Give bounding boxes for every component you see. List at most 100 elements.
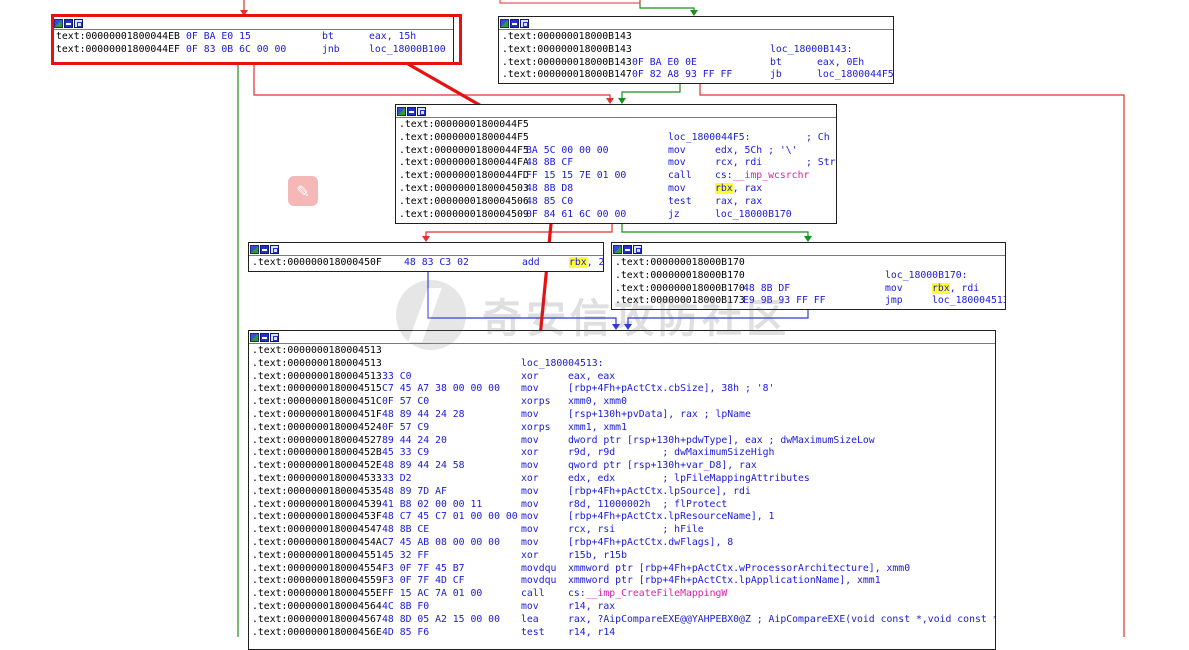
opcode-bytes: 48 8B D8	[526, 182, 574, 194]
xrefs-icon[interactable]	[417, 106, 426, 116]
disasm-line[interactable]: .text:0000000180004564 4C 8B F0 mov r14, ra…	[252, 601, 995, 614]
mnemonic: jz	[668, 208, 680, 220]
graph-overview-icon[interactable]	[407, 106, 416, 116]
disasm-line[interactable]: .text:0000000180004509 0F 84 61 6C 00 00 j…	[399, 209, 836, 222]
opcode-bytes: 4C 8B F0	[382, 600, 430, 612]
color-picker-icon[interactable]	[250, 244, 259, 254]
disasm-line[interactable]: .text:0000000180004506 48 85 C0 test rax, r…	[399, 196, 836, 209]
opcode-bytes: 89 44 24 20	[382, 434, 447, 446]
disasm-line[interactable]: .text:000000018000452E 48 89 44 24 58 mov q…	[252, 460, 995, 473]
mnemonic: xor	[521, 447, 539, 459]
line-address: .text:0000000180004509	[399, 208, 529, 220]
disasm-line[interactable]: .text:000000018000456E 4D 85 F6 test r14, r…	[252, 627, 995, 640]
disasm-line[interactable]: .text:0000000180004559 F3 0F 7F 4D CF movd…	[252, 575, 995, 588]
disasm-line[interactable]: .text:0000000180004535 48 89 7D AF mov [rbp…	[252, 486, 995, 499]
disasm-line[interactable]: .text:000000018000B147 0F 82 A8 93 FF FF j…	[502, 69, 893, 82]
opcode-bytes: 48 89 44 24 28	[382, 408, 465, 420]
disasm-line[interactable]: .text:000000018000451F 48 89 44 24 28 mov […	[252, 409, 995, 422]
xrefs-icon[interactable]	[270, 244, 279, 254]
graph-overview-icon[interactable]	[260, 332, 269, 342]
line-address: .text:0000000180004539	[252, 498, 382, 510]
opcode-bytes: C7 45 A7 38 00 00 00	[382, 383, 500, 395]
operands: r14, rax	[568, 600, 616, 612]
mnemonic: mov	[521, 460, 539, 472]
color-picker-icon[interactable]	[397, 106, 406, 116]
disasm-line[interactable]: .text:00000001800044F5	[399, 119, 836, 132]
opcode-bytes: C7 45 AB 08 00 00 00	[382, 536, 500, 548]
mnemonic: bt	[770, 56, 782, 68]
disasm-line[interactable]: .text:0000000180004551 45 32 FF xor r15b, r…	[252, 550, 995, 563]
disasm-line[interactable]: .text:0000000180004524 0F 57 C9 xorps xmm1,…	[252, 422, 995, 435]
ida-graph-view[interactable]: text:00000001800044EB 0F BA E0 15 bt eax, 1…	[0, 0, 1189, 650]
xrefs-icon[interactable]	[270, 332, 279, 342]
disasm-line[interactable]: .text:0000000180004513 loc_180004513:	[252, 358, 995, 371]
line-address: .text:000000018000453F	[252, 511, 382, 523]
code-label: loc_18000B170:	[885, 269, 968, 281]
edge-top-stub	[499, 0, 641, 4]
graph-overview-icon[interactable]	[260, 244, 269, 254]
color-picker-icon[interactable]	[500, 18, 509, 28]
disasm-line[interactable]: .text:000000018000454A C7 45 AB 08 00 00 …	[252, 537, 995, 550]
disasm-line[interactable]: .text:0000000180004567 48 8D 05 A2 15 00 …	[252, 614, 995, 627]
mnemonic: mov	[521, 408, 539, 420]
disasm-line[interactable]: .text:000000018000452B 45 33 C9 xor r9d, r9…	[252, 447, 995, 460]
opcode-bytes: 48 C7 45 C7 01 00 00 00	[382, 511, 518, 523]
disasm-line[interactable]: .text:000000018000B143 loc_18000B143:	[502, 44, 893, 57]
disasm-line[interactable]: .text:0000000180004547 48 8B CE mov rcx, rs…	[252, 524, 995, 537]
disasm-line[interactable]: .text:000000018000455E FF 15 AC 7A 01 00 c…	[252, 588, 995, 601]
watermark-text: 奇安信攻防社区	[482, 296, 790, 342]
code-block-1800044f5[interactable]: .text:00000001800044F5 .text:000000018000…	[395, 104, 837, 224]
mnemonic: mov	[521, 485, 539, 497]
disasm-line[interactable]: .text:0000000180004527 89 44 24 20 mov dwor…	[252, 435, 995, 448]
disasm-line[interactable]: .text:00000001800044FA 48 8B CF mov rcx, rd…	[399, 157, 836, 170]
opcode-bytes: 0F 84 61 6C 00 00	[526, 208, 627, 220]
disasm-line[interactable]: .text:000000018000B143	[502, 31, 893, 44]
mnemonic: movdqu	[521, 575, 557, 587]
line-address: .text:000000018000B143	[502, 43, 632, 55]
code-block-180004513[interactable]: .text:0000000180004513 .text:000000018000…	[248, 330, 996, 650]
disasm-line[interactable]: .text:0000000180004554 F3 0F 7F 45 B7 movd…	[252, 563, 995, 576]
graph-overview-icon[interactable]	[623, 244, 632, 254]
operands: xmm0, xmm0	[568, 396, 627, 408]
pen-glyph: ✎	[296, 181, 310, 201]
mnemonic: xorps	[521, 421, 551, 433]
color-picker-icon[interactable]	[250, 332, 259, 342]
disasm-line[interactable]: .text:000000018000450F 48 83 C3 02 add rbx,…	[252, 257, 603, 270]
line-comment: ; Str	[806, 157, 836, 169]
line-address: .text:0000000180004535	[252, 485, 382, 497]
code-block-18000b143[interactable]: .text:000000018000B143 .text:000000018000…	[498, 16, 894, 84]
edit-pen-icon[interactable]: ✎	[288, 176, 318, 206]
disasm-line[interactable]: .text:00000001800044FD FF 15 15 7E 01 00 c…	[399, 170, 836, 183]
operand-segment: cs:	[568, 588, 586, 600]
line-address: .text:00000001800044F5	[399, 131, 529, 143]
color-picker-icon[interactable]	[613, 244, 622, 254]
disasm-line[interactable]: .text:0000000180004515 C7 45 A7 38 00 00 …	[252, 383, 995, 396]
disasm-line[interactable]: .text:000000018000451C 0F 57 C0 xorps xmm0,…	[252, 396, 995, 409]
disasm-line[interactable]: .text:0000000180004539 41 B8 02 00 00 11 m…	[252, 499, 995, 512]
disasm-line[interactable]: .text:000000018000B170	[615, 257, 1005, 270]
graph-overview-icon[interactable]	[510, 18, 519, 28]
disasm-line[interactable]: .text:0000000180004533 33 D2 xor edx, edx ;…	[252, 473, 995, 486]
line-address: .text:00000001800044FA	[399, 157, 529, 169]
edge-into-18000b143	[639, 0, 695, 14]
disasm-line[interactable]: .text:0000000180004503 48 8B D8 mov rbx, ra…	[399, 182, 836, 196]
mnemonic: add	[522, 257, 540, 268]
disasm-line[interactable]: .text:000000018000453F 48 C7 45 C7 01 00 …	[252, 511, 995, 524]
operands: eax, eax	[568, 370, 616, 382]
disasm-line[interactable]: .text:000000018000B143 0F BA E0 0E bt eax, …	[502, 57, 893, 70]
xrefs-icon[interactable]	[633, 244, 642, 254]
disasm-line[interactable]: .text:0000000180004513 33 C0 xor eax, eax	[252, 371, 995, 384]
operand-rest: , rdi	[949, 282, 980, 294]
mnemonic: mov	[521, 383, 539, 395]
disasm-line[interactable]: .text:00000001800044F5 loc_1800044F5: ; Ch	[399, 132, 836, 145]
disasm-line[interactable]: .text:00000001800044F5 BA 5C 00 00 00 mov e…	[399, 145, 836, 158]
xrefs-icon[interactable]	[520, 18, 529, 28]
code-block-18000450f[interactable]: .text:000000018000450F 48 83 C3 02 add rbx,…	[248, 242, 604, 272]
operands: [rbp+4Fh+pActCtx.lpSource], rdi	[568, 485, 751, 497]
block-titlebar	[612, 243, 1005, 256]
block-titlebar	[249, 243, 603, 256]
operands: r8d, 11000002h ; flProtect	[568, 498, 728, 510]
mnemonic: jmp	[885, 295, 903, 307]
mnemonic: mov	[521, 600, 539, 612]
mnemonic: test	[521, 626, 545, 638]
